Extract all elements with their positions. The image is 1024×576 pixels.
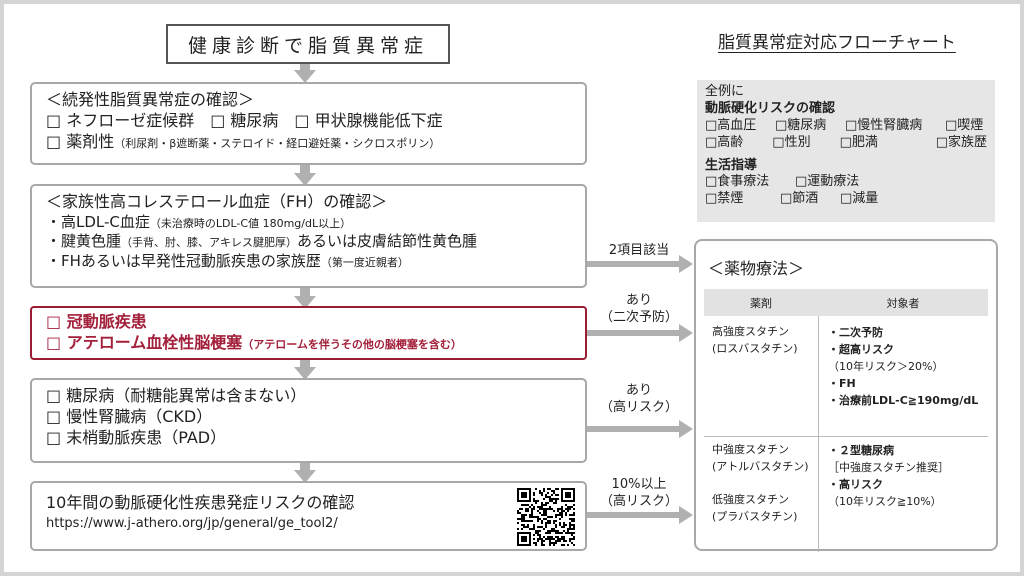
lifestyle-row-2: □禁煙 □節酒 □減量 [705, 191, 987, 208]
drug-therapy-box: ＜薬物療法＞ 薬剤 対象者 高強度スタチン (ロスバスタチン) ・二次予防 ・超… [694, 239, 998, 552]
drug-low: 低強度スタチン (プラバスタチン) [712, 492, 797, 525]
target-mid-3: ・高リスク [828, 478, 883, 492]
risk-row-1: □高血圧 □糖尿病 □慢性腎臓病 □喫煙 [705, 118, 987, 135]
col-header-drug: 薬剤 [750, 296, 772, 310]
risk-item: □糖尿病 [775, 117, 827, 133]
secondary-drug-note: （利尿剤・β遮断薬・ステロイド・経口避妊薬・シクロスポリン） [114, 136, 441, 150]
risk-calc-title: 10年間の動脈硬化性疾患発症リスクの確認 [46, 493, 355, 512]
high-risk-box: □ 糖尿病（耐糖能異常は含まない） □ 慢性腎臓病（CKD） □ 末梢動脈疾患（… [30, 378, 587, 463]
drug-low-name: 低強度スタチン [712, 493, 789, 506]
cad-l2-main: □ アテローム血栓性脳梗塞 [46, 332, 243, 352]
lifestyle-item: □食事療法 [705, 174, 770, 190]
fh-line3: ・FHあるいは早発性冠動脈疾患の家族歴（第一度近親者） [46, 252, 575, 272]
secondary-line2: □ 薬剤性（利尿剤・β遮断薬・ステロイド・経口避妊薬・シクロスポリン） [46, 132, 575, 153]
target-high-3: （10年リスク＞20%） [828, 360, 944, 374]
risk-calc-url[interactable]: https://www.j-athero.org/jp/general/ge_t… [46, 516, 575, 533]
arrow-label-cad-2: （二次予防） [599, 309, 678, 325]
secondary-line1: □ ネフローゼ症候群 □ 糖尿病 □ 甲状腺機能低下症 [46, 110, 443, 130]
arrow-label-hr-2: （高リスク） [599, 399, 678, 415]
fh-line1: ・高LDL-C血症（未治療時のLDL-C値 180mg/dL以上） [46, 213, 575, 233]
fh-l1-note: （未治療時のLDL-C値 180mg/dL以上） [149, 216, 352, 230]
drug-mid: 中強度スタチン (アトルバスタチン) [712, 442, 809, 475]
qr-code-icon[interactable] [517, 488, 575, 546]
risk-calc-box: 10年間の動脈硬化性疾患発症リスクの確認 https://www.j-ather… [30, 481, 587, 551]
risk-item: □高齢 [705, 134, 744, 150]
target-high: ・二次予防 ・超高リスク （10年リスク＞20%） ・FH ・治療前LDL-C≧… [828, 324, 978, 409]
target-mid-4: （10年リスク≧10%） [828, 495, 942, 509]
arrow-label-hr: あり （高リスク） [590, 383, 688, 417]
cad-line2: □ アテローム血栓性脳梗塞（アテロームを伴うその他の脳梗塞を含む） [46, 333, 575, 354]
all-cases-panel: 全例に 動脈硬化リスクの確認 □高血圧 □糖尿病 □慢性腎臓病 □喫煙 □高齢 … [697, 80, 995, 222]
target-high-5: ・治療前LDL-C≧190mg/dL [828, 394, 979, 408]
fh-l2-note: （手背、肘、膝、アキレス腱肥厚） [121, 236, 298, 250]
drug-high-generic: (ロスバスタチン) [712, 341, 798, 355]
fh-line2: ・腱黄色腫（手背、肘、膝、アキレス腱肥厚）あるいは皮膚結節性黄色腫 [46, 232, 575, 252]
lifestyle-item: □運動療法 [795, 174, 860, 190]
risk-item: □肥満 [839, 134, 878, 150]
hr-line1: □ 糖尿病（耐糖能異常は含まない） [46, 386, 307, 405]
chart-title: 脂質異常症対応フローチャート [718, 33, 956, 53]
arrow-label-rc: 10%以上 （高リスク） [590, 477, 688, 511]
drug-low-generic: (プラバスタチン) [712, 509, 798, 523]
cad-box: □ 冠動脈疾患 □ アテローム血栓性脳梗塞（アテロームを伴うその他の脳梗塞を含む… [30, 306, 587, 360]
top-box-health-check: 健康診断で脂質異常症 [166, 24, 450, 64]
target-high-4: ・FH [828, 377, 856, 391]
arrow-label-cad: あり （二次予防） [590, 293, 688, 327]
risk-item: □家族歴 [935, 134, 987, 150]
secondary-title: ＜続発性脂質異常症の確認＞ [46, 90, 255, 109]
hr-line2: □ 慢性腎臓病（CKD） [46, 406, 213, 426]
risk-item: □性別 [772, 134, 811, 150]
table-divider-v [818, 316, 819, 552]
target-mid: ・２型糖尿病 ［中強度スタチン推奨］ ・高リスク （10年リスク≧10%） [828, 442, 949, 510]
cad-l2-note: （アテロームを伴うその他の脳梗塞を含む） [242, 337, 462, 351]
col-header-target: 対象者 [886, 296, 920, 310]
target-mid-1: ・２型糖尿病 [828, 444, 894, 457]
arrow-label-rc-2: （高リスク） [599, 493, 678, 509]
all-cases-head: 全例に [705, 84, 745, 99]
fh-l3-note: （第一度近親者） [320, 255, 409, 269]
fh-title: ＜家族性高コレステロール血症（FH）の確認＞ [46, 192, 388, 211]
top-box-label: 健康診断で脂質異常症 [187, 34, 428, 57]
lifestyle-item: □減量 [840, 191, 879, 207]
fh-l2-b: あるいは皮膚結節性黄色腫 [297, 232, 478, 251]
lifestyle-item: □節酒 [780, 191, 819, 207]
secondary-drug-label: □ 薬剤性 [46, 131, 115, 151]
hr-line3: □ 末梢動脈疾患（PAD） [46, 427, 227, 447]
fh-l1-main: ・高LDL-C血症 [46, 212, 150, 231]
risk-item: □高血圧 [705, 117, 757, 133]
drug-high: 高強度スタチン (ロスバスタチン) [712, 324, 798, 357]
drug-table: 薬剤 対象者 高強度スタチン (ロスバスタチン) ・二次予防 ・超高リスク （1… [704, 289, 988, 552]
drug-mid-name: 中強度スタチン [712, 443, 789, 456]
lifestyle-item: □禁煙 [705, 191, 744, 207]
fh-l2-a: ・腱黄色腫 [46, 232, 122, 251]
drug-high-name: 高強度スタチン [712, 325, 789, 338]
arrow-label-rc-1: 10%以上 [611, 477, 667, 492]
secondary-dyslipidemia-box: ＜続発性脂質異常症の確認＞ □ ネフローゼ症候群 □ 糖尿病 □ 甲状腺機能低下… [30, 82, 587, 165]
risk-check-title: 動脈硬化リスクの確認 [705, 100, 836, 116]
target-high-2: ・超高リスク [828, 343, 894, 357]
table-divider-h [704, 436, 988, 437]
risk-item: □喫煙 [945, 117, 984, 133]
lifestyle-title: 生活指導 [705, 157, 758, 173]
arrow-label-hr-1: あり [625, 383, 652, 398]
arrow-label-cad-1: あり [625, 293, 652, 308]
fh-l3-main: ・FHあるいは早発性冠動脈疾患の家族歴 [46, 251, 321, 270]
drug-therapy-title: ＜薬物療法＞ [708, 259, 805, 278]
target-high-1: ・二次予防 [828, 326, 883, 339]
arrow-label-fh: 2項目該当 [608, 243, 670, 258]
drug-mid-generic: (アトルバスタチン) [712, 459, 809, 473]
fh-box: ＜家族性高コレステロール血症（FH）の確認＞ ・高LDL-C血症（未治療時のLD… [30, 184, 587, 288]
risk-row-2: □高齢 □性別 □肥満 □家族歴 [705, 135, 987, 152]
target-mid-2: ［中強度スタチン推奨］ [828, 461, 949, 475]
lifestyle-row-1: □食事療法 □運動療法 [705, 174, 987, 191]
drug-table-header: 薬剤 対象者 [704, 289, 988, 316]
cad-line1: □ 冠動脈疾患 [46, 312, 147, 331]
risk-item: □慢性腎臓病 [845, 117, 923, 133]
